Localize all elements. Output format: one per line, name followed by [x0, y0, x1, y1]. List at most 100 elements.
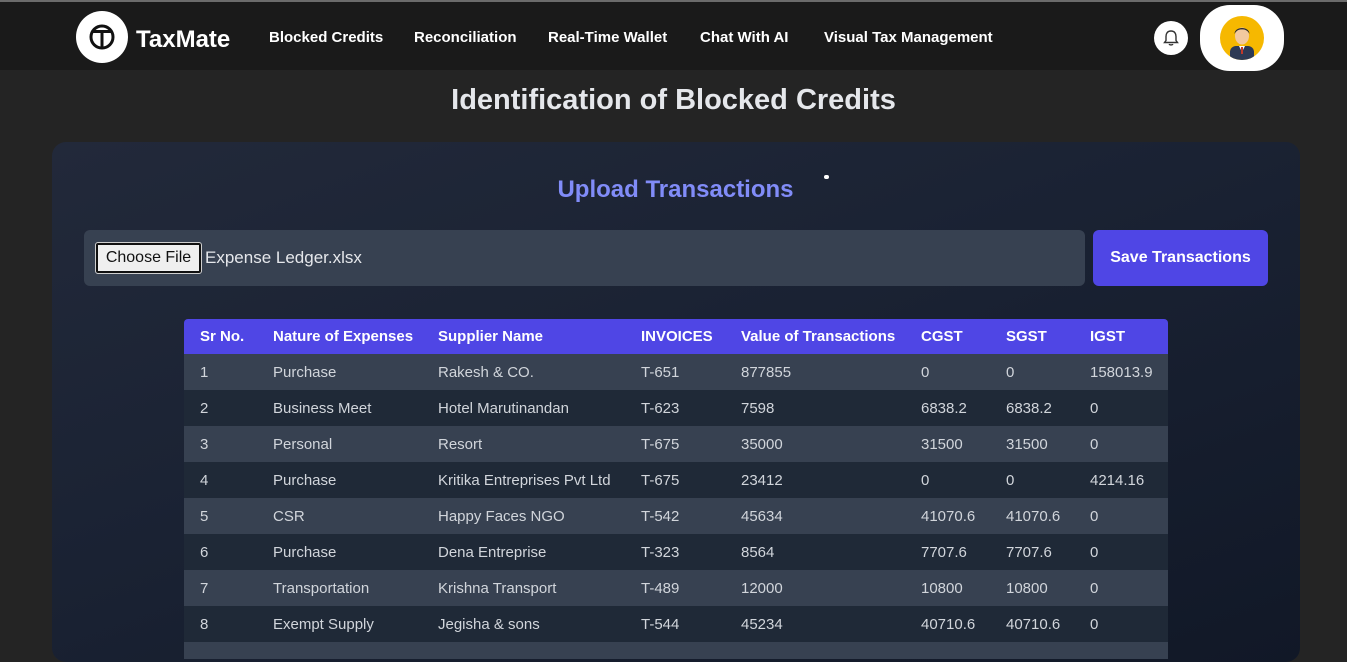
- cell-nature-of-expenses: Business Meet: [257, 390, 422, 426]
- cell-empty: [422, 642, 625, 659]
- cell-supplier-name: Hotel Marutinandan: [422, 390, 625, 426]
- transactions-table: Sr No. Nature of Expenses Supplier Name …: [184, 319, 1168, 659]
- table-row: 6 Purchase Dena Entreprise T-323 8564 77…: [184, 534, 1168, 570]
- cell-empty: [990, 642, 1074, 659]
- cell-invoice: T-651: [625, 354, 725, 390]
- cell-value: 35000: [725, 426, 905, 462]
- brand-name[interactable]: TaxMate: [136, 26, 230, 54]
- cell-cgst: 10800: [905, 570, 990, 606]
- cell-sgst: 10800: [990, 570, 1074, 606]
- cell-sgst: 6838.2: [990, 390, 1074, 426]
- cell-nature-of-expenses: Purchase: [257, 534, 422, 570]
- table-row: 2 Business Meet Hotel Marutinandan T-623…: [184, 390, 1168, 426]
- table-row: 5 CSR Happy Faces NGO T-542 45634 41070.…: [184, 498, 1168, 534]
- cell-sgst: 7707.6: [990, 534, 1074, 570]
- cell-empty: [725, 642, 905, 659]
- cell-invoice: T-542: [625, 498, 725, 534]
- table-row: 4 Purchase Kritika Entreprises Pvt Ltd T…: [184, 462, 1168, 498]
- cell-igst: 0: [1074, 570, 1168, 606]
- cell-invoice: T-544: [625, 606, 725, 642]
- cell-nature-of-expenses: Transportation: [257, 570, 422, 606]
- column-header-igst[interactable]: IGST: [1074, 319, 1168, 354]
- cell-cgst: 41070.6: [905, 498, 990, 534]
- nav-item-blocked-credits[interactable]: Blocked Credits: [269, 29, 383, 46]
- cell-empty: [905, 642, 990, 659]
- table-header-row: Sr No. Nature of Expenses Supplier Name …: [184, 319, 1168, 354]
- cell-cgst: 31500: [905, 426, 990, 462]
- cell-nature-of-expenses: Purchase: [257, 354, 422, 390]
- table-row: 7 Transportation Krishna Transport T-489…: [184, 570, 1168, 606]
- cell-value: 45634: [725, 498, 905, 534]
- cell-empty: [625, 642, 725, 659]
- column-header-sgst[interactable]: SGST: [990, 319, 1074, 354]
- cell-igst: 158013.9: [1074, 354, 1168, 390]
- taxmate-logo-icon[interactable]: [76, 11, 128, 63]
- column-header-invoices[interactable]: INVOICES: [625, 319, 725, 354]
- column-header-sr-no[interactable]: Sr No.: [184, 319, 257, 354]
- table-row-partial: [184, 642, 1168, 659]
- cell-nature-of-expenses: Purchase: [257, 462, 422, 498]
- column-header-supplier-name[interactable]: Supplier Name: [422, 319, 625, 354]
- cell-invoice: T-623: [625, 390, 725, 426]
- cell-sgst: 0: [990, 354, 1074, 390]
- cell-sr-no: 8: [184, 606, 257, 642]
- cell-supplier-name: Happy Faces NGO: [422, 498, 625, 534]
- cell-cgst: 6838.2: [905, 390, 990, 426]
- cell-value: 7598: [725, 390, 905, 426]
- cell-cgst: 0: [905, 354, 990, 390]
- cell-supplier-name: Resort: [422, 426, 625, 462]
- cell-cgst: 0: [905, 462, 990, 498]
- cell-igst: 4214.16: [1074, 462, 1168, 498]
- cell-supplier-name: Dena Entreprise: [422, 534, 625, 570]
- selected-file-name: Expense Ledger.xlsx: [205, 248, 362, 267]
- nav-item-visual-tax-management[interactable]: Visual Tax Management: [824, 29, 993, 46]
- cell-cgst: 7707.6: [905, 534, 990, 570]
- cell-nature-of-expenses: CSR: [257, 498, 422, 534]
- choose-file-button[interactable]: Choose File: [95, 242, 202, 274]
- cell-value: 877855: [725, 354, 905, 390]
- cell-sr-no: 7: [184, 570, 257, 606]
- top-navbar: TaxMate Blocked Credits Reconciliation R…: [0, 0, 1347, 71]
- cell-value: 8564: [725, 534, 905, 570]
- cell-invoice: T-675: [625, 462, 725, 498]
- nav-item-chat-with-ai[interactable]: Chat With AI: [700, 29, 788, 46]
- save-transactions-button[interactable]: Save Transactions: [1093, 230, 1268, 286]
- cell-empty: [184, 642, 257, 659]
- user-avatar: [1220, 16, 1264, 60]
- table-row: 1 Purchase Rakesh & CO. T-651 877855 0 0…: [184, 354, 1168, 390]
- column-header-cgst[interactable]: CGST: [905, 319, 990, 354]
- cell-sgst: 31500: [990, 426, 1074, 462]
- cell-sgst: 41070.6: [990, 498, 1074, 534]
- cell-sr-no: 3: [184, 426, 257, 462]
- cell-sr-no: 5: [184, 498, 257, 534]
- cell-igst: 0: [1074, 498, 1168, 534]
- cell-sr-no: 4: [184, 462, 257, 498]
- nav-item-reconciliation[interactable]: Reconciliation: [414, 29, 517, 46]
- cell-supplier-name: Jegisha & sons: [422, 606, 625, 642]
- cell-value: 45234: [725, 606, 905, 642]
- cell-nature-of-expenses: Personal: [257, 426, 422, 462]
- cell-value: 12000: [725, 570, 905, 606]
- column-header-value-of-transactions[interactable]: Value of Transactions: [725, 319, 905, 354]
- column-header-nature-of-expenses[interactable]: Nature of Expenses: [257, 319, 422, 354]
- profile-button[interactable]: [1200, 5, 1284, 71]
- cell-igst: 0: [1074, 390, 1168, 426]
- cell-nature-of-expenses: Exempt Supply: [257, 606, 422, 642]
- cell-igst: 0: [1074, 426, 1168, 462]
- cell-invoice: T-489: [625, 570, 725, 606]
- cell-value: 23412: [725, 462, 905, 498]
- page-title: Identification of Blocked Credits: [451, 84, 896, 116]
- cell-empty: [257, 642, 422, 659]
- cell-igst: 0: [1074, 534, 1168, 570]
- bell-icon[interactable]: [1154, 21, 1188, 55]
- table-row: 8 Exempt Supply Jegisha & sons T-544 452…: [184, 606, 1168, 642]
- cell-sgst: 0: [990, 462, 1074, 498]
- cell-supplier-name: Kritika Entreprises Pvt Ltd: [422, 462, 625, 498]
- cell-sgst: 40710.6: [990, 606, 1074, 642]
- cell-sr-no: 2: [184, 390, 257, 426]
- cell-sr-no: 6: [184, 534, 257, 570]
- cell-igst: 0: [1074, 606, 1168, 642]
- nav-item-real-time-wallet[interactable]: Real-Time Wallet: [548, 29, 667, 46]
- cursor-dot: [824, 175, 829, 179]
- cell-supplier-name: Rakesh & CO.: [422, 354, 625, 390]
